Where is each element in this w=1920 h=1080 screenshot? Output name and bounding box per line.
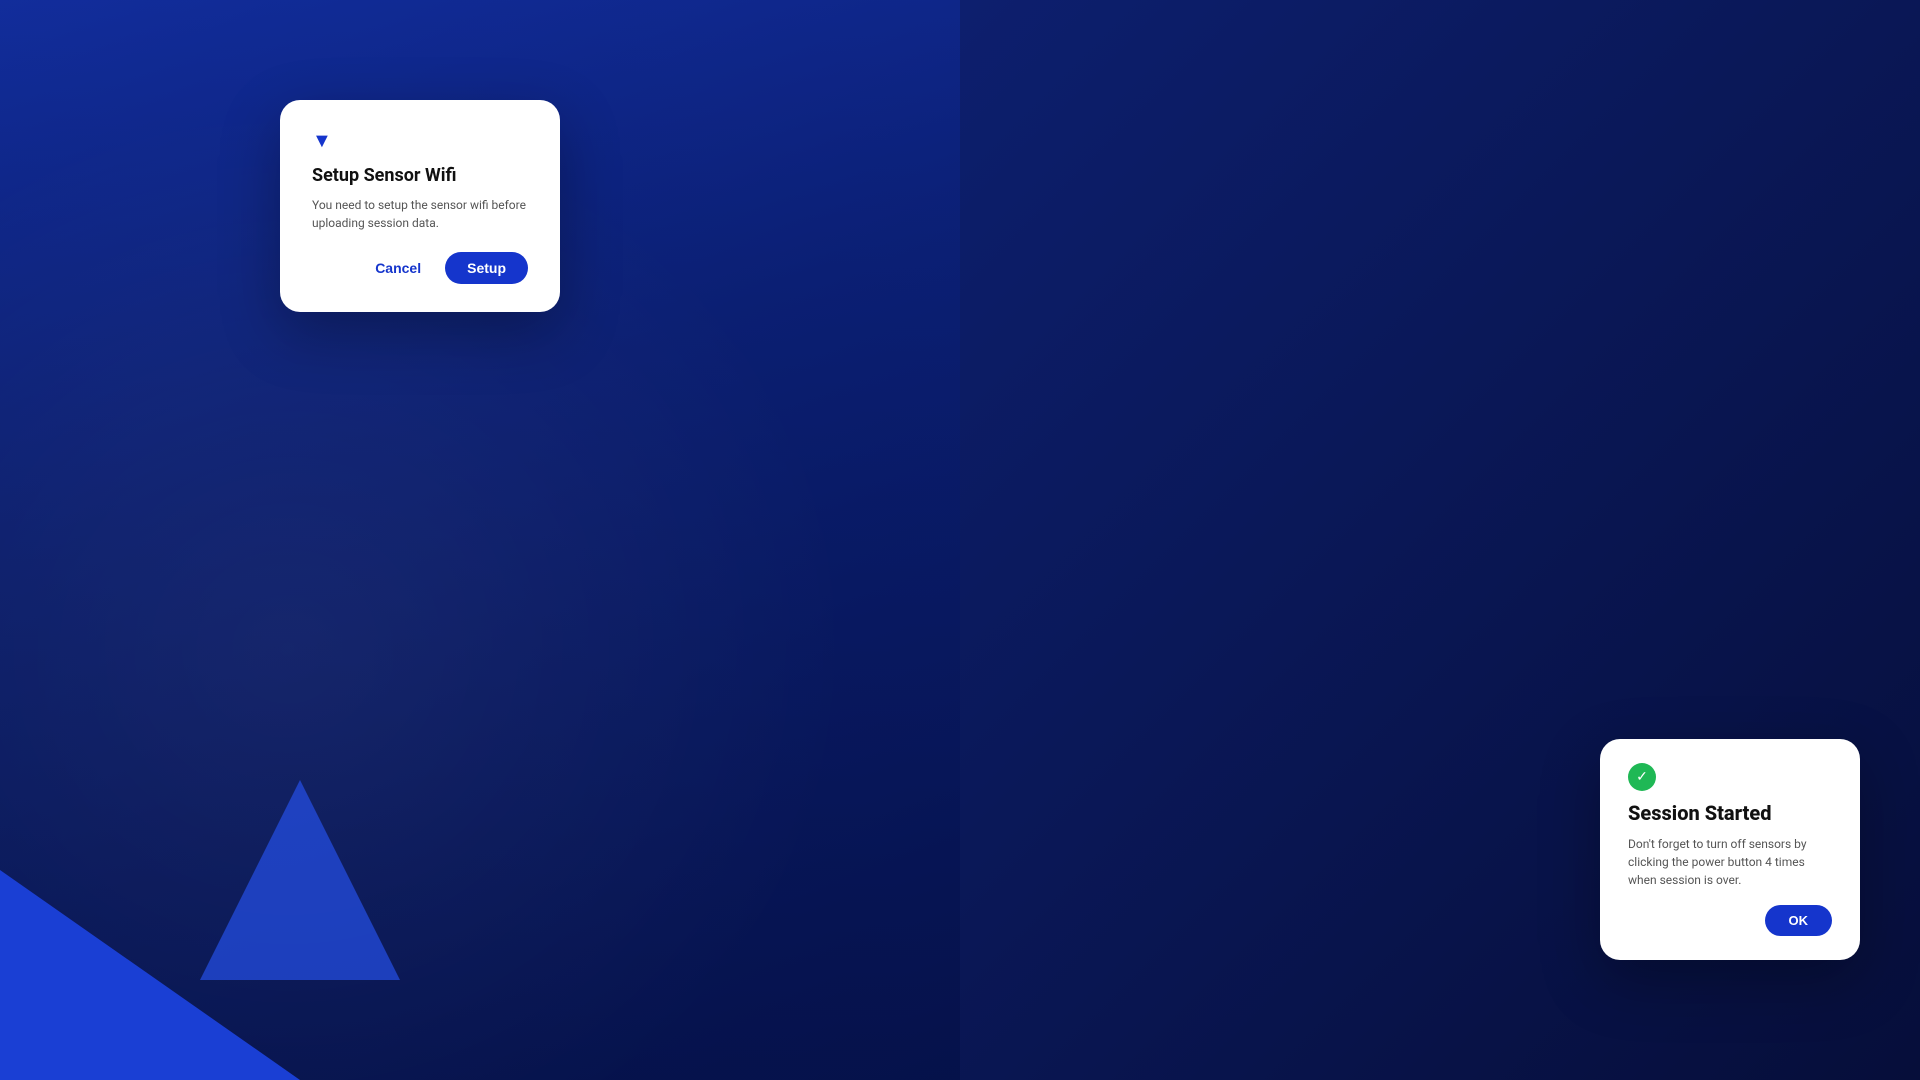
session-started-dialog: ✓ Session Started Don't forget to turn o…	[1600, 739, 1860, 960]
wifi-setup-dialog: ▼ Setup Sensor Wifi You need to setup th…	[280, 100, 560, 312]
session-started-ok-button[interactable]: OK	[1765, 905, 1833, 936]
cancel-button[interactable]: Cancel	[363, 252, 433, 284]
success-checkmark-icon: ✓	[1628, 763, 1656, 791]
wifi-dialog-buttons: Cancel Setup	[312, 252, 528, 284]
wifi-dialog-title: Setup Sensor Wifi	[312, 165, 528, 186]
setup-button[interactable]: Setup	[445, 252, 528, 284]
wifi-dialog-description: You need to setup the sensor wifi before…	[312, 196, 528, 232]
session-started-description: Don't forget to turn off sensors by clic…	[1628, 835, 1832, 889]
wifi-icon: ▼	[312, 128, 528, 153]
session-started-title: Session Started	[1628, 801, 1832, 825]
